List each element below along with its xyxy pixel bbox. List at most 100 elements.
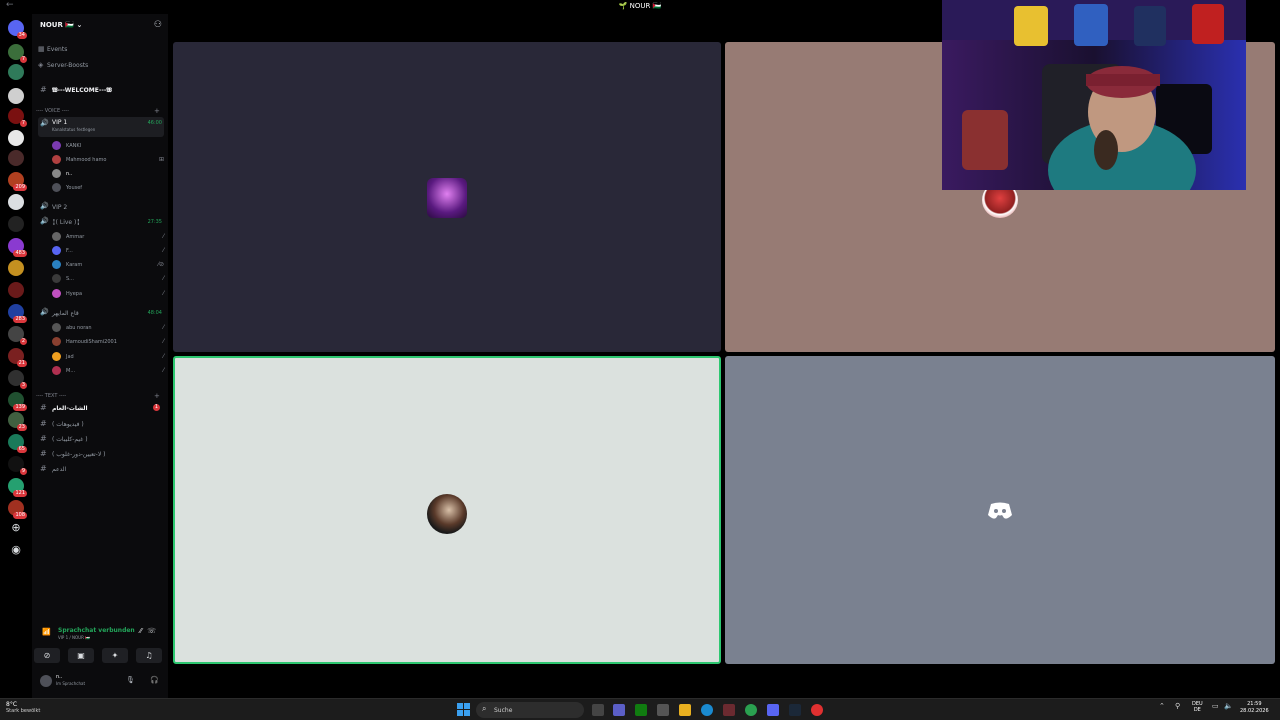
server-icon[interactable]: 108 (8, 500, 27, 519)
voice-user[interactable]: HamoudiShami2001 ⁄ (52, 335, 164, 349)
rail-badge: 283 (13, 316, 27, 323)
microphone-icon[interactable]: 🎙 (126, 676, 135, 684)
text-channel[interactable]: # الدعم (38, 462, 164, 476)
voice-user[interactable]: Ammar ⁄ (52, 230, 164, 244)
avatar (427, 494, 467, 534)
app-icon[interactable] (723, 704, 735, 716)
screen-share-icon[interactable]: ▣ (68, 648, 94, 663)
server-icon[interactable]: 21 (8, 348, 27, 367)
headphones-icon[interactable]: 🎧 (150, 676, 159, 684)
participant-tile[interactable] (173, 42, 721, 352)
voice-user[interactable]: Hyepa ⁄ (52, 287, 164, 301)
voice-user[interactable]: Karam ⁄⊘ (52, 258, 164, 272)
volume-icon[interactable]: 🔈 (1224, 702, 1233, 710)
server-icon[interactable] (8, 130, 24, 146)
xbox-icon[interactable] (635, 704, 647, 716)
soundboard-icon[interactable]: ♫ (136, 648, 162, 663)
participant-tile[interactable] (725, 356, 1275, 664)
file-explorer-icon[interactable] (679, 704, 691, 716)
speaker-icon: 🔊 (40, 202, 49, 210)
disconnect-icon[interactable]: ☏ (147, 627, 156, 635)
add-channel-icon[interactable]: + (154, 107, 160, 115)
chrome-icon[interactable] (745, 704, 757, 716)
server-icon[interactable] (8, 260, 24, 276)
text-channel[interactable]: #( فيديوهات ) (38, 417, 164, 431)
system-clock[interactable]: 21:59 28.02.2026 (1240, 701, 1269, 715)
rail-badge: 3 (19, 382, 27, 389)
server-header[interactable]: NOUR 🇵🇸 ⌄ ⚇ (32, 14, 168, 38)
text-channel[interactable]: #( غيم-كليبات ) (38, 432, 164, 446)
voice-channel-vip2[interactable]: 🔊 VIP 2 (38, 200, 164, 214)
activities-icon[interactable]: ✦ (102, 648, 128, 663)
channel-welcome[interactable]: # 𝖂---WELCOME---𝖂 (38, 83, 164, 97)
text-channel[interactable]: #( لا-تعيين-دور-غلوب ) (38, 447, 164, 461)
edge-icon[interactable] (701, 704, 713, 716)
input-language[interactable]: DEU DE (1192, 701, 1203, 713)
teams-icon[interactable] (613, 704, 625, 716)
voice-user[interactable]: Yousef (52, 181, 164, 195)
taskbar-search[interactable]: ⌕ Suche (476, 702, 584, 718)
participant-tile-speaking[interactable] (173, 356, 721, 664)
discord-icon[interactable] (767, 704, 779, 716)
events-item[interactable]: ▦ Events (38, 45, 67, 53)
server-icon[interactable]: 65 (8, 434, 27, 453)
server-icon[interactable]: 483 (8, 238, 27, 257)
server-icon[interactable]: 7 (8, 44, 27, 63)
voice-channel-qaa[interactable]: 🔊 قاع المايهر 48:04 (38, 306, 164, 320)
voice-user[interactable]: F... ⁄ (52, 244, 164, 258)
deafened-icon: ⁄ (162, 290, 164, 297)
voice-connection-panel: 📶 Sprachchat verbunden VIP 1 / NOUR 🇵🇸 ⁄… (32, 624, 168, 674)
noise-suppression-icon[interactable]: ⁄⁄ (140, 627, 142, 635)
task-view-icon[interactable] (592, 704, 604, 716)
windows-start-icon[interactable] (457, 703, 470, 716)
server-icon[interactable]: 9 (8, 456, 27, 475)
server-icon[interactable]: 209 (8, 172, 27, 191)
calendar-app-icon[interactable] (657, 704, 669, 716)
server-icon[interactable]: 283 (8, 304, 27, 323)
weather-widget[interactable]: 8°C Stark bewölkt (6, 701, 40, 714)
explore-icon[interactable]: ◉ (8, 542, 24, 558)
add-channel-icon[interactable]: + (154, 392, 160, 400)
webcam-feed (942, 0, 1246, 190)
voice-channel-vip1[interactable]: 🔊 VIP 1 46:00 Kanalstatus festlegen (38, 117, 164, 137)
voice-category[interactable]: ---- VOICE ---- + (36, 107, 160, 115)
camera-off-icon[interactable]: ⊘ (34, 648, 60, 663)
hash-icon: # (40, 464, 47, 473)
text-channel[interactable]: # الشات-العام 1 (38, 401, 164, 415)
steam-icon[interactable] (789, 704, 801, 716)
avatar (52, 366, 61, 375)
text-category[interactable]: ---- TEXT ---- + (36, 392, 160, 400)
deafened-icon: ⁄ (162, 275, 164, 282)
server-boosts-item[interactable]: ◈ Server-Boosts (38, 61, 88, 69)
server-icon[interactable]: 7 (8, 108, 27, 127)
server-icon[interactable]: 3 (8, 370, 27, 389)
server-icon[interactable]: 121 (8, 478, 27, 497)
server-icon[interactable] (8, 64, 24, 80)
voice-user[interactable]: abu noran ⁄ (52, 321, 164, 335)
server-icon[interactable]: 139 (8, 392, 27, 411)
opera-icon[interactable] (811, 704, 823, 716)
voice-user[interactable]: S... ⁄ (52, 272, 164, 286)
chevron-up-icon[interactable]: ⌃ (1159, 702, 1165, 710)
voice-user[interactable]: n.. (52, 167, 164, 181)
network-icon[interactable]: ▭ (1212, 702, 1219, 710)
voice-user[interactable]: Jad ⁄ (52, 350, 164, 364)
server-icon[interactable] (8, 194, 24, 210)
add-server-icon[interactable]: ⊕ (8, 520, 24, 536)
direct-messages-icon[interactable]: 34 (8, 20, 27, 39)
server-icon[interactable] (8, 88, 24, 104)
voice-channel-live[interactable]: 🔊 ╏( Live )╏ 27:35 (38, 215, 164, 229)
voice-user[interactable]: Mahmood hamo ⊞ (52, 153, 164, 167)
avatar[interactable] (40, 675, 52, 687)
location-icon[interactable]: ⚲ (1175, 702, 1180, 710)
rail-badge: 21 (16, 360, 27, 367)
server-icon[interactable] (8, 216, 24, 232)
rail-badge: 209 (13, 184, 27, 191)
voice-user[interactable]: M... ⁄ (52, 364, 164, 378)
voice-user[interactable]: KANKI (52, 139, 164, 153)
server-icon[interactable] (8, 150, 24, 166)
server-icon[interactable] (8, 282, 24, 298)
server-icon[interactable]: 2 (8, 326, 27, 345)
server-icon[interactable]: 23 (8, 412, 27, 431)
invite-people-icon[interactable]: ⚇ (154, 20, 162, 30)
